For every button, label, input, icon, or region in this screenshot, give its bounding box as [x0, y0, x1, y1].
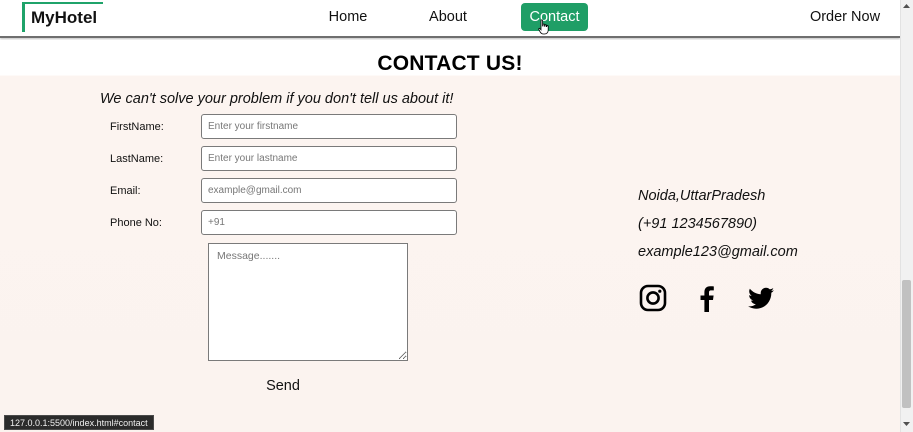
- lastname-input[interactable]: [201, 146, 457, 171]
- firstname-input[interactable]: [201, 114, 457, 139]
- location-text: Noida,UttarPradesh: [638, 188, 766, 204]
- tagline: We can't solve your problem if you don't…: [100, 91, 454, 107]
- lastname-label: LastName:: [110, 153, 164, 165]
- page-title: CONTACT US!: [377, 52, 523, 75]
- hand-cursor-icon: [538, 19, 549, 35]
- logo[interactable]: MyHotel: [22, 2, 104, 32]
- status-bar-url: 127.0.0.1:5500/index.html#contact: [4, 415, 154, 430]
- email-text: example123@gmail.com: [638, 244, 798, 260]
- scroll-down-arrow-icon[interactable]: [902, 420, 911, 428]
- scroll-up-arrow-icon[interactable]: [902, 2, 911, 10]
- nav-order-now[interactable]: Order Now: [808, 3, 882, 31]
- message-textarea[interactable]: [208, 243, 408, 361]
- contact-section: CONTACT US! We can't solve your problem …: [0, 40, 900, 420]
- twitter-icon[interactable]: [746, 283, 776, 313]
- scrollbar-thumb[interactable]: [902, 280, 911, 408]
- phone-label: Phone No:: [110, 217, 162, 229]
- phone-text: (+91 1234567890): [638, 216, 757, 232]
- instagram-icon[interactable]: [638, 283, 668, 313]
- email-input[interactable]: [201, 178, 457, 203]
- nav-about[interactable]: About: [421, 3, 475, 31]
- navbar: MyHotel Home About Contact Order Now: [0, 0, 900, 38]
- email-label: Email:: [110, 185, 141, 197]
- facebook-icon[interactable]: [692, 283, 722, 313]
- nav-home[interactable]: Home: [322, 3, 374, 31]
- phone-input[interactable]: [201, 210, 457, 235]
- firstname-label: FirstName:: [110, 121, 164, 133]
- send-button[interactable]: Send: [258, 378, 308, 394]
- nav-contact[interactable]: Contact: [521, 3, 588, 31]
